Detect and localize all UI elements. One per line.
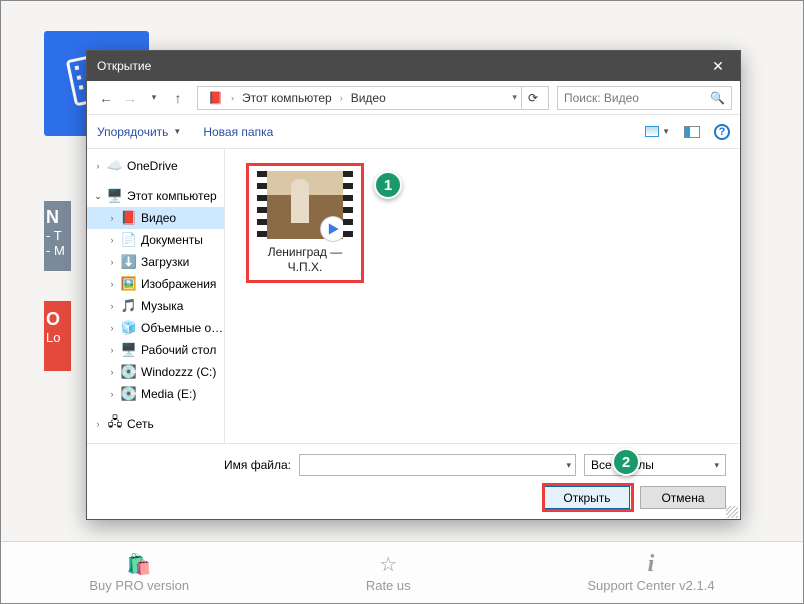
folder-tree[interactable]: ›☁️OneDrive ⌄🖥️Этот компьютер ›📕Видео ›📄… <box>87 149 225 443</box>
open-button-wrap: Открыть <box>544 486 630 509</box>
store-icon: 🛍️ <box>127 552 152 576</box>
help-button[interactable]: ? <box>714 124 730 140</box>
close-button[interactable]: ✕ <box>696 51 740 81</box>
dialog-title: Открытие <box>97 59 151 73</box>
search-input[interactable]: Поиск: Видео 🔍 <box>557 86 732 110</box>
open-file-dialog: Открытие ✕ ← → ▾ ↑ 📕 › Этот компьютер › … <box>86 50 741 520</box>
tree-network[interactable]: ›🖧Сеть <box>87 413 224 435</box>
tree-this-pc[interactable]: ⌄🖥️Этот компьютер <box>87 185 224 207</box>
address-seg-pc[interactable]: Этот компьютер <box>236 87 338 109</box>
tree-edrive[interactable]: ›💽Media (E:) <box>87 383 224 405</box>
address-dropdown[interactable]: ▾ <box>508 92 521 103</box>
desktop-icon: 🖥️ <box>121 342 137 358</box>
chevron-down-icon[interactable]: ▾ <box>566 460 571 471</box>
monitor-icon: 🖥️ <box>107 188 123 204</box>
tree-downloads[interactable]: ›⬇️Загрузки <box>87 251 224 273</box>
search-icon: 🔍 <box>710 91 725 105</box>
objects3d-icon: 🧊 <box>121 320 137 336</box>
resize-grip[interactable] <box>726 506 738 518</box>
downloads-icon: ⬇️ <box>121 254 137 270</box>
dialog-footer: Имя файла: ▾ Все файлы ▾ Открыть Отмена … <box>87 443 740 519</box>
chevron-down-icon: ▾ <box>714 460 719 471</box>
drive-icon: 💽 <box>121 364 137 380</box>
pictures-icon: 🖼️ <box>121 276 137 292</box>
address-bar[interactable]: 📕 › Этот компьютер › Видео ▾ ⟳ <box>197 86 549 110</box>
refresh-button[interactable]: ⟳ <box>521 87 544 109</box>
rate-us-link[interactable]: ☆ Rate us <box>366 552 411 593</box>
annotation-badge-1: 1 <box>374 171 402 199</box>
info-icon: i <box>648 552 655 576</box>
tree-videos[interactable]: ›📕Видео <box>87 207 224 229</box>
address-seg-folder[interactable]: Видео <box>345 87 392 109</box>
chevron-right-icon: › <box>338 93 345 103</box>
music-icon: 🎵 <box>121 298 137 314</box>
search-placeholder: Поиск: Видео <box>564 91 710 105</box>
bg-panel-news: N - T - M <box>44 201 71 271</box>
chevron-down-icon: ▼ <box>173 127 181 136</box>
new-folder-button[interactable]: Новая папка <box>203 125 273 139</box>
annotation-badge-2: 2 <box>612 448 640 476</box>
view-mode-button[interactable]: ▼ <box>645 126 670 137</box>
titlebar[interactable]: Открытие ✕ <box>87 51 740 81</box>
nav-forward[interactable]: → <box>119 87 141 109</box>
annotation-highlight-2 <box>542 483 634 512</box>
organize-menu[interactable]: Упорядочить ▼ <box>97 125 181 139</box>
nav-row: ← → ▾ ↑ 📕 › Этот компьютер › Видео ▾ ⟳ П… <box>87 81 740 115</box>
bg-panel-offer: O Lo <box>44 301 71 371</box>
network-icon: 🖧 <box>107 416 123 432</box>
address-root-icon: 📕 <box>202 87 229 109</box>
drive-icon: 💽 <box>121 386 137 402</box>
filename-input[interactable]: ▾ <box>299 454 576 476</box>
star-icon: ☆ <box>379 552 397 576</box>
file-list[interactable]: Ленинград — Ч.П.Х. 1 <box>225 149 740 443</box>
tree-music[interactable]: ›🎵Музыка <box>87 295 224 317</box>
play-overlay-icon <box>321 217 345 241</box>
nav-recent-dropdown[interactable]: ▾ <box>143 87 165 109</box>
file-item[interactable]: Ленинград — Ч.П.Х. 1 <box>250 167 360 275</box>
documents-icon: 📄 <box>121 232 137 248</box>
tree-cdrive[interactable]: ›💽Windozzz (C:) <box>87 361 224 383</box>
tree-pictures[interactable]: ›🖼️Изображения <box>87 273 224 295</box>
tree-3d[interactable]: ›🧊Объемные объ <box>87 317 224 339</box>
support-center-link[interactable]: i Support Center v2.1.4 <box>587 552 714 593</box>
tree-documents[interactable]: ›📄Документы <box>87 229 224 251</box>
tree-onedrive[interactable]: ›☁️OneDrive <box>87 155 224 177</box>
nav-back[interactable]: ← <box>95 87 117 109</box>
video-thumbnail <box>257 171 353 239</box>
tree-desktop[interactable]: ›🖥️Рабочий стол <box>87 339 224 361</box>
bottom-bar: 🛍️ Buy PRO version ☆ Rate us i Support C… <box>1 541 803 603</box>
toolbar: Упорядочить ▼ Новая папка ▼ ? <box>87 115 740 149</box>
filetype-filter[interactable]: Все файлы ▾ <box>584 454 726 476</box>
filename-label: Имя файла: <box>101 458 291 472</box>
cancel-button[interactable]: Отмена <box>640 486 726 509</box>
buy-pro-link[interactable]: 🛍️ Buy PRO version <box>89 552 189 593</box>
cloud-icon: ☁️ <box>107 158 123 174</box>
chevron-right-icon: › <box>229 93 236 103</box>
video-folder-icon: 📕 <box>121 210 137 226</box>
preview-pane-button[interactable] <box>684 126 700 138</box>
nav-up[interactable]: ↑ <box>167 87 189 109</box>
